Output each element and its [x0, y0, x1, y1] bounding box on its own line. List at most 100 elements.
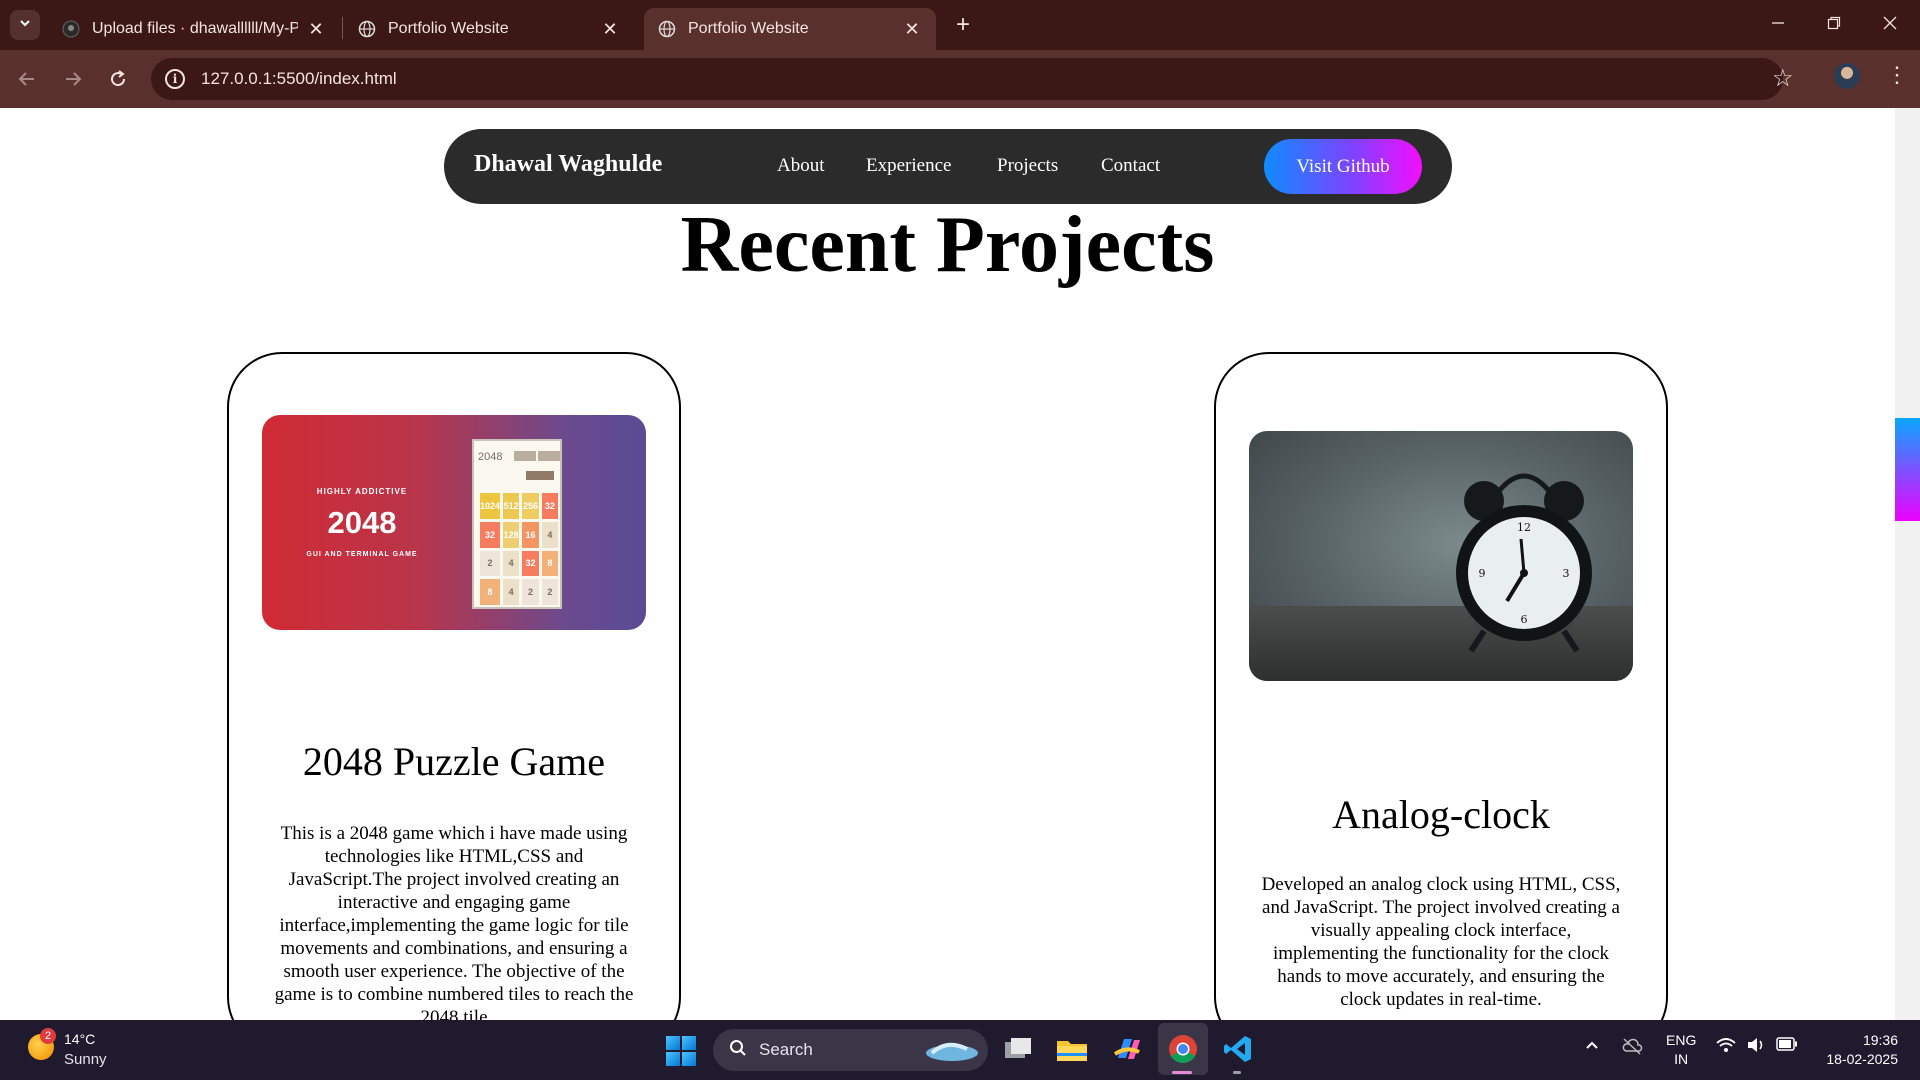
tab-portfolio-2[interactable]: Portfolio Website ✕	[644, 8, 936, 50]
chrome-running-indicator	[1172, 1071, 1192, 1074]
section-title: Recent Projects	[680, 201, 1215, 289]
task-view-icon[interactable]	[1001, 1032, 1035, 1066]
tile: 1024	[480, 493, 501, 519]
project-card-2048: HIGHLY ADDICTIVE 2048 GUI AND TERMINAL G…	[227, 352, 681, 1020]
volume-icon[interactable]	[1746, 1037, 1766, 1058]
taskbar-search-box[interactable]: Search	[713, 1029, 988, 1071]
minimize-button[interactable]	[1750, 0, 1806, 46]
nav-link-contact[interactable]: Contact	[1101, 155, 1160, 177]
scrollbar-thumb[interactable]	[1895, 418, 1920, 521]
clock-date: 18-02-2025	[1826, 1051, 1898, 1067]
best-box	[538, 451, 560, 461]
info-icon[interactable]: i	[165, 69, 185, 89]
visit-github-button[interactable]: Visit Github	[1264, 139, 1422, 194]
nav-link-projects[interactable]: Projects	[997, 155, 1058, 177]
vscode-icon[interactable]	[1221, 1032, 1255, 1066]
system-clock[interactable]: 19:36 18-02-2025	[1818, 1031, 1898, 1069]
thumbnail-subline: GUI AND TERMINAL GAME	[306, 551, 418, 558]
arrow-right-icon	[66, 72, 82, 86]
forward-button[interactable]	[56, 62, 90, 96]
project-description: Developed an analog clock using HTML, CS…	[1261, 874, 1621, 1010]
svg-text:9: 9	[1479, 567, 1486, 580]
tile: 8	[541, 550, 558, 577]
browser-toolbar: i 127.0.0.1:5500/index.html ☆	[0, 50, 1920, 108]
tab-separator	[342, 17, 343, 39]
nav-link-experience[interactable]: Experience	[866, 155, 951, 177]
reload-button[interactable]	[101, 62, 135, 96]
copilot-icon[interactable]	[1110, 1032, 1144, 1066]
tile: 4	[503, 579, 520, 605]
url-text: 127.0.0.1:5500/index.html	[201, 69, 397, 88]
thumbnail-tagline: HIGHLY ADDICTIVE	[316, 487, 408, 496]
tile: 2	[522, 579, 539, 605]
vscode-running-indicator	[1233, 1071, 1241, 1074]
tile: 32	[541, 493, 558, 519]
windows-taskbar: 2 14°C Sunny Search ENG IN 19:36 18-02-2…	[0, 1020, 1920, 1080]
project-thumbnail-clock: 12 3 6 9	[1249, 431, 1633, 681]
reload-icon	[111, 70, 126, 87]
language-indicator[interactable]: ENG IN	[1666, 1031, 1696, 1069]
github-icon	[62, 20, 80, 38]
tab-upload-files[interactable]: Upload files · dhawallllll/My-Por ✕	[48, 8, 340, 50]
weather-condition[interactable]: Sunny	[64, 1051, 107, 1068]
globe-icon	[658, 20, 676, 38]
weather-badge: 2	[40, 1028, 56, 1044]
search-icon	[729, 1039, 747, 1062]
tab-portfolio-1[interactable]: Portfolio Website ✕	[344, 8, 634, 50]
windows-start-icon[interactable]	[666, 1036, 696, 1066]
profile-avatar[interactable]	[1834, 63, 1860, 89]
restore-button[interactable]	[1806, 0, 1862, 46]
thumbnail-headline: 2048	[327, 505, 397, 540]
board-title: 2048	[478, 451, 503, 463]
file-explorer-icon[interactable]	[1055, 1032, 1089, 1066]
tab-title: Portfolio Website	[388, 20, 509, 37]
tile: 512	[503, 493, 520, 519]
tile: 4	[503, 550, 520, 577]
address-bar[interactable]: i 127.0.0.1:5500/index.html	[151, 58, 1783, 100]
search-placeholder: Search	[759, 1040, 813, 1059]
page-scrollbar[interactable]	[1895, 108, 1920, 1020]
svg-text:3: 3	[1563, 567, 1570, 580]
bookmark-star-icon[interactable]: ☆	[1772, 64, 1794, 93]
svg-text:6: 6	[1521, 613, 1528, 626]
close-window-button[interactable]	[1862, 0, 1918, 46]
tab-title: Portfolio Website	[688, 20, 809, 37]
site-brand[interactable]: Dhawal Waghulde	[474, 151, 662, 178]
nav-link-about[interactable]: About	[777, 155, 825, 177]
project-description: This is a 2048 game which i have made us…	[274, 823, 634, 1020]
battery-icon[interactable]	[1776, 1037, 1798, 1056]
close-icon[interactable]: ✕	[306, 19, 326, 39]
wifi-icon[interactable]	[1716, 1037, 1736, 1058]
game-board-image: 2048 1024 512 256 32 32 128 16 4 2 4 32 …	[472, 439, 562, 609]
tile: 128	[503, 521, 520, 548]
tile-grid: 1024 512 256 32 32 128 16 4 2 4 32 8 8 4…	[480, 493, 558, 605]
project-thumbnail-2048: HIGHLY ADDICTIVE 2048 GUI AND TERMINAL G…	[262, 415, 646, 630]
tab-search-button[interactable]	[10, 10, 40, 40]
tile: 8	[480, 579, 501, 605]
chevron-down-icon	[18, 16, 32, 35]
menu-kebab-icon[interactable]: ⋮	[1886, 64, 1908, 86]
onedrive-offline-icon[interactable]	[1621, 1037, 1643, 1060]
project-title: Analog-clock	[1332, 792, 1550, 837]
tile: 2	[541, 579, 558, 605]
language-line-2: IN	[1674, 1051, 1689, 1067]
back-button[interactable]	[10, 62, 44, 96]
page-viewport: Dhawal Waghulde About Experience Project…	[0, 108, 1920, 1020]
tile: 32	[522, 550, 539, 577]
chevron-up-icon[interactable]	[1584, 1037, 1600, 1058]
arrow-left-icon	[18, 72, 34, 86]
minimize-icon	[1772, 22, 1784, 24]
tile: 16	[522, 521, 539, 548]
chrome-icon[interactable]	[1166, 1032, 1200, 1066]
language-line-1: ENG	[1666, 1032, 1697, 1048]
close-icon[interactable]: ✕	[902, 19, 922, 39]
browser-tab-bar: Upload files · dhawallllll/My-Por ✕ Port…	[0, 0, 1920, 50]
new-tab-button[interactable]: +	[950, 11, 976, 38]
project-card-analog-clock: 12 3 6 9 Analog-clock Developed an analo…	[1214, 352, 1668, 1020]
alarm-clock-image: 12 3 6 9	[1456, 473, 1592, 653]
close-icon[interactable]: ✕	[600, 19, 620, 39]
project-title: 2048 Puzzle Game	[302, 739, 606, 784]
tile: 4	[541, 521, 558, 548]
svg-text:12: 12	[1517, 521, 1531, 534]
weather-temperature[interactable]: 14°C	[64, 1031, 95, 1047]
